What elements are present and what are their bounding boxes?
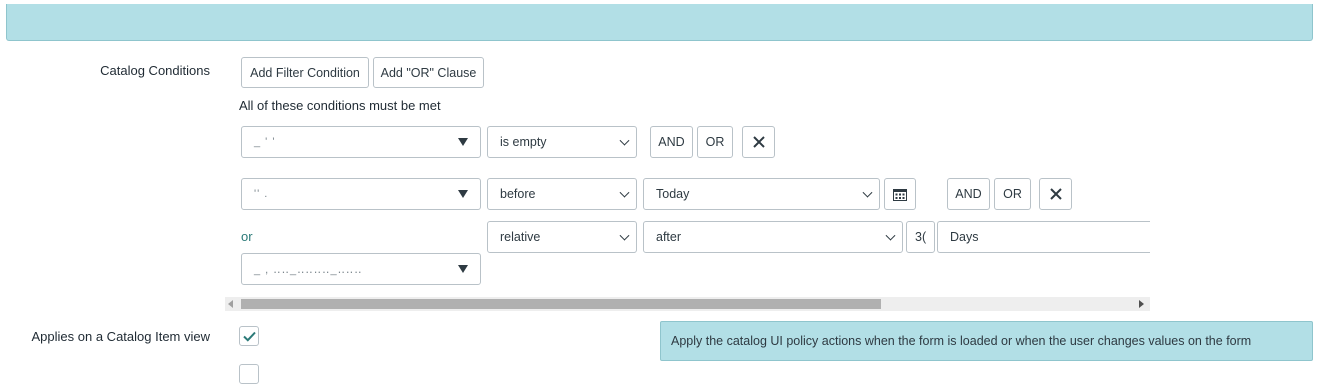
- chevron-down-icon: [619, 187, 630, 198]
- check-icon: [242, 331, 256, 342]
- condition-operator-value-2: before: [500, 187, 536, 201]
- caret-down-icon: [458, 138, 468, 146]
- condition-field-value-1: _ ' ': [254, 136, 276, 148]
- scroll-left-arrow[interactable]: [228, 300, 233, 308]
- applies-catalog-item-checkbox[interactable]: [239, 326, 259, 346]
- or-clause-label: or: [241, 229, 253, 244]
- header-banner: [6, 4, 1313, 41]
- caret-down-icon: [458, 265, 468, 273]
- condition-field-value-2: '' .: [254, 188, 269, 200]
- condition-value-select-2[interactable]: Today: [643, 178, 880, 210]
- condition-field-select-2[interactable]: '' .: [241, 178, 481, 210]
- or-direction-value: after: [656, 230, 682, 244]
- or-unit-select[interactable]: Days: [937, 221, 1150, 253]
- chevron-down-icon: [862, 187, 873, 198]
- catalog-conditions-label: Catalog Conditions: [100, 63, 210, 78]
- conditions-summary: All of these conditions must be met: [239, 98, 441, 113]
- condition-field-select-1[interactable]: _ ' ': [241, 126, 481, 158]
- or-operator-select[interactable]: relative: [487, 221, 637, 253]
- next-checkbox[interactable]: [239, 364, 259, 384]
- scroll-right-arrow[interactable]: [1139, 300, 1144, 308]
- and-button-1[interactable]: AND: [650, 126, 693, 158]
- add-or-clause-button[interactable]: Add "OR" Clause: [373, 57, 484, 88]
- caret-down-icon: [458, 190, 468, 198]
- chevron-down-icon: [885, 230, 896, 241]
- close-icon: [752, 136, 765, 148]
- condition-value-2: Today: [656, 187, 690, 201]
- or-field-select[interactable]: _ , ‥‥_‥‥‥‥_‥‥‥: [241, 253, 481, 285]
- condition-operator-value-1: is empty: [500, 135, 547, 149]
- remove-condition-button-1[interactable]: [742, 126, 775, 158]
- add-filter-condition-button[interactable]: Add Filter Condition: [241, 57, 369, 88]
- or-field-value: _ , ‥‥_‥‥‥‥_‥‥‥: [254, 263, 363, 276]
- horizontal-scrollbar[interactable]: [225, 297, 1150, 311]
- scrollbar-thumb[interactable]: [241, 299, 881, 309]
- chevron-down-icon: [619, 135, 630, 146]
- and-button-2[interactable]: AND: [947, 178, 990, 210]
- or-amount-value: 3(: [915, 230, 927, 244]
- or-direction-select[interactable]: after: [643, 221, 903, 253]
- or-button-2[interactable]: OR: [994, 178, 1031, 210]
- condition-operator-select-2[interactable]: before: [487, 178, 637, 210]
- chevron-down-icon: [619, 230, 630, 241]
- calendar-icon: [893, 188, 907, 201]
- condition-operator-select-1[interactable]: is empty: [487, 126, 637, 158]
- or-amount-input[interactable]: 3(: [906, 221, 935, 253]
- or-unit-value: Days: [950, 230, 979, 244]
- or-operator-value: relative: [500, 230, 541, 244]
- remove-condition-button-2[interactable]: [1039, 178, 1072, 210]
- info-message: Apply the catalog UI policy actions when…: [660, 321, 1313, 361]
- close-icon: [1049, 188, 1062, 200]
- applies-catalog-item-label: Applies on a Catalog Item view: [31, 329, 210, 344]
- or-button-1[interactable]: OR: [697, 126, 733, 158]
- calendar-button[interactable]: [884, 178, 916, 210]
